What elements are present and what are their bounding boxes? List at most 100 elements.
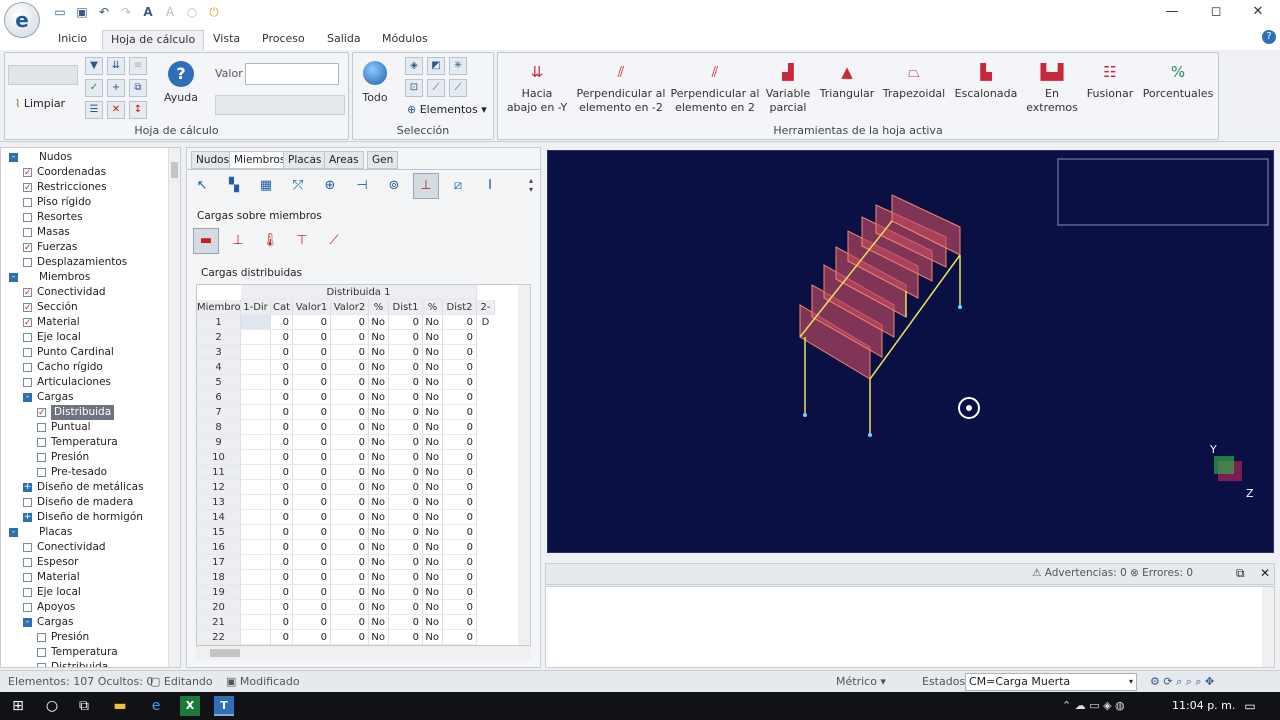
select-member-icon[interactable]: ◩ [427, 57, 445, 75]
tool-trapezoidal[interactable]: ⏢ Trapezoidal [880, 63, 948, 101]
grid-cell[interactable]: No [423, 330, 443, 345]
copy-output-icon[interactable]: ⧉ [1236, 566, 1245, 581]
grid-cell[interactable]: 0 [271, 345, 293, 360]
grid-cell[interactable]: 0 [293, 525, 331, 540]
tab-areas[interactable]: Areas [324, 151, 364, 169]
member-material-icon[interactable]: ▦ [255, 175, 277, 197]
list-icon[interactable]: ☰ [85, 101, 103, 119]
grid-cell[interactable]: 0 [443, 540, 477, 555]
grid-cell[interactable]: 0 [271, 615, 293, 630]
grid-cell[interactable] [241, 435, 271, 450]
collapse-icon[interactable]: - [23, 618, 32, 627]
checkbox-icon[interactable] [37, 423, 46, 432]
grid-cell[interactable]: 0 [443, 495, 477, 510]
grid-cell[interactable]: No [369, 585, 389, 600]
row-header[interactable]: 15 [197, 525, 241, 540]
panel-scroll-icon[interactable]: ▴ ▾ [529, 176, 533, 194]
grid-cell[interactable] [241, 630, 271, 645]
grid-cell[interactable]: No [423, 600, 443, 615]
grid-cell[interactable]: 0 [331, 600, 369, 615]
checkbox-icon[interactable] [23, 286, 32, 301]
grid-cell[interactable]: 0 [389, 630, 423, 645]
column-header[interactable]: Dist1 [389, 300, 423, 315]
grid-cell[interactable]: No [369, 540, 389, 555]
grid-cell[interactable] [241, 540, 271, 555]
checkbox-icon[interactable] [23, 348, 32, 357]
grid-cell[interactable]: No [423, 465, 443, 480]
grid-cell[interactable]: 0 [389, 420, 423, 435]
column-header[interactable]: Miembro [197, 300, 241, 315]
tray-icons[interactable]: ⌃ ☁ ▭ ◈ ◍ [1062, 699, 1125, 712]
power-icon[interactable]: ⏻ [206, 4, 222, 20]
grid-cell[interactable]: No [369, 315, 389, 330]
checkbox-icon[interactable] [37, 633, 46, 642]
grid-cell[interactable]: 0 [271, 495, 293, 510]
checkbox-icon[interactable] [23, 241, 32, 256]
loads-grid[interactable]: Distribuida 1 Miembro 1-Dir Cat Valor1 Valor2… [196, 284, 531, 646]
grid-cell[interactable]: No [369, 510, 389, 525]
select-all-icon[interactable]: ✳ [449, 57, 467, 75]
grid-cell[interactable]: 0 [443, 390, 477, 405]
grid-cell[interactable]: 0 [443, 345, 477, 360]
grid-cell[interactable]: 0 [293, 315, 331, 330]
grid-cell[interactable]: 0 [331, 480, 369, 495]
row-header[interactable]: 17 [197, 555, 241, 570]
grid-cell[interactable] [241, 405, 271, 420]
grid-cell[interactable]: No [369, 630, 389, 645]
grid-cell[interactable]: 0 [293, 495, 331, 510]
grid-cell[interactable]: 0 [389, 510, 423, 525]
grid-cell[interactable]: No [369, 390, 389, 405]
grid-cell[interactable]: 0 [443, 630, 477, 645]
row-header[interactable]: 5 [197, 375, 241, 390]
grid-cell[interactable]: No [369, 405, 389, 420]
grid-cell[interactable]: 0 [271, 540, 293, 555]
grid-cell[interactable] [241, 570, 271, 585]
row-header[interactable]: 1 [197, 315, 241, 330]
grid-cell[interactable]: No [423, 495, 443, 510]
search-circle-icon[interactable]: ○ [42, 696, 62, 716]
grid-cell[interactable]: No [423, 435, 443, 450]
grid-cell[interactable]: 0 [389, 390, 423, 405]
row-header[interactable]: 19 [197, 585, 241, 600]
tab-nudos[interactable]: Nudos [191, 151, 235, 169]
grid-cell[interactable]: No [369, 570, 389, 585]
grid-cell[interactable]: 0 [271, 450, 293, 465]
grid-cell[interactable]: 0 [271, 405, 293, 420]
grid-cell[interactable]: No [423, 315, 443, 330]
grid-cell[interactable]: 0 [271, 525, 293, 540]
load-pressure-icon[interactable]: ⊤ [291, 230, 313, 252]
tab-placas[interactable]: Placas [283, 151, 327, 169]
grid-cell[interactable] [241, 375, 271, 390]
grid-cell[interactable]: 0 [293, 570, 331, 585]
row-header[interactable]: 21 [197, 615, 241, 630]
grid-cell[interactable]: No [369, 495, 389, 510]
grid-cell[interactable]: 0 [389, 450, 423, 465]
grid-cell[interactable]: No [423, 360, 443, 375]
expand-icon[interactable]: + [23, 483, 32, 492]
grid-cell[interactable] [241, 330, 271, 345]
grid-cell[interactable]: 0 [271, 630, 293, 645]
row-header[interactable]: 11 [197, 465, 241, 480]
member-cardinal-icon[interactable]: ⊕ [319, 175, 341, 197]
tree-scrollbar[interactable] [168, 148, 180, 667]
grid-cell[interactable] [241, 345, 271, 360]
structure-view[interactable]: Y Z [548, 151, 1274, 553]
grid-cell[interactable]: No [369, 600, 389, 615]
tab-salida[interactable]: Salida [327, 30, 361, 50]
column-header[interactable]: 1-Dir [241, 300, 271, 315]
grid-cell[interactable]: No [423, 480, 443, 495]
tool-perpendicular-neg2[interactable]: ⫽ Perpendicular al elemento en -2 [576, 63, 666, 115]
checkbox-icon[interactable] [37, 468, 46, 477]
grid-cell[interactable] [241, 420, 271, 435]
grid-cell[interactable]: No [369, 330, 389, 345]
grid-cell[interactable]: 0 [389, 555, 423, 570]
grid-cell[interactable]: 0 [443, 480, 477, 495]
tab-miembros[interactable]: Miembros [229, 151, 291, 169]
grid-cell[interactable]: 0 [271, 375, 293, 390]
tool-fusionar[interactable]: ☷ Fusionar [1082, 63, 1138, 101]
advertencias-label[interactable]: ⚠ Advertencias: 0 [1032, 567, 1127, 579]
grid-cell[interactable]: 0 [331, 435, 369, 450]
tool-variable-parcial[interactable]: ▟ Variable parcial [762, 63, 814, 115]
collapse-icon[interactable]: - [9, 528, 18, 537]
checkbox-icon[interactable] [23, 573, 32, 582]
